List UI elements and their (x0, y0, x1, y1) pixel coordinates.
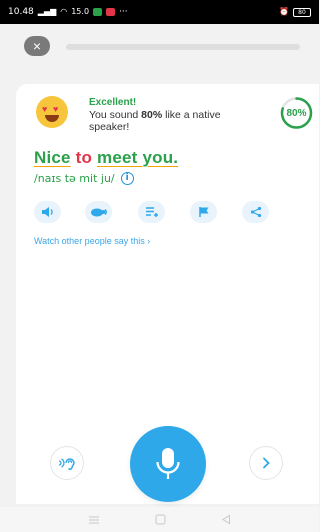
score-label: 80% (286, 107, 307, 119)
flag-icon (198, 207, 208, 217)
report-button[interactable] (190, 201, 217, 223)
network-speed: 15.0 (71, 7, 90, 16)
slow-turtle-icon (90, 208, 107, 217)
notification-badge-icon (106, 8, 116, 16)
ipa-text: /naɪs tə mit ju/ (34, 172, 115, 185)
chevron-right-icon (263, 457, 270, 469)
watch-others-link[interactable]: Watch other people say this › (34, 236, 150, 246)
back-icon[interactable] (221, 514, 231, 525)
alarm-icon: ⏰ (279, 7, 289, 16)
system-navigation-bar (0, 507, 319, 532)
phrase-word[interactable]: Nice (34, 148, 71, 167)
speaker-icon (41, 207, 53, 217)
microphone-icon (156, 448, 180, 479)
feedback-title: Excellent! (89, 97, 137, 108)
play-slow-button[interactable] (85, 201, 112, 223)
close-button[interactable]: × (24, 36, 50, 56)
add-list-icon (145, 207, 158, 217)
listen-back-button[interactable] (50, 446, 84, 480)
next-button[interactable] (249, 446, 283, 480)
phrase-word[interactable]: to (76, 148, 92, 167)
phrase-word[interactable]: meet you. (97, 148, 178, 167)
close-icon: × (32, 38, 42, 54)
notification-badge-icon (93, 8, 103, 16)
status-bar: 10.48 ▂▄▆ ◠ 15.0 ··· ⏰ 80 (0, 0, 319, 24)
wifi-icon: ◠ (60, 7, 68, 16)
status-right: ⏰ 80 (279, 7, 311, 17)
ear-icon (58, 458, 75, 470)
feedback-message: You sound 80% like a native speaker! (89, 109, 221, 133)
share-icon (250, 206, 261, 218)
battery-icon: 80 (293, 7, 311, 17)
play-audio-button[interactable] (34, 201, 61, 223)
info-icon[interactable]: i (120, 172, 134, 185)
action-row (34, 201, 304, 225)
heart-eyes-emoji-icon: ♥ ♥ (36, 96, 68, 128)
score-ring: 80% (278, 96, 315, 130)
menu-icon[interactable] (88, 515, 100, 525)
phonetic-transcription: /naɪs tə mit ju/ i (34, 172, 134, 185)
lesson-header: × (0, 24, 319, 68)
feedback-text: Excellent! You sound 80% like a native s… (89, 96, 249, 133)
target-phrase: Nice to meet you. (34, 148, 178, 168)
status-left: 10.48 ▂▄▆ ◠ 15.0 ··· (8, 7, 128, 17)
record-microphone-button[interactable] (130, 426, 206, 502)
status-time: 10.48 (8, 7, 34, 17)
feedback-panel: ♥ ♥ Excellent! You sound 80% like a nati… (36, 94, 316, 142)
add-to-list-button[interactable] (138, 201, 165, 223)
signal-icon: ▂▄▆ (37, 7, 57, 16)
home-icon[interactable] (155, 514, 166, 525)
share-button[interactable] (242, 201, 269, 223)
more-notifications: ··· (119, 7, 128, 17)
lesson-progress-bar (66, 44, 300, 50)
